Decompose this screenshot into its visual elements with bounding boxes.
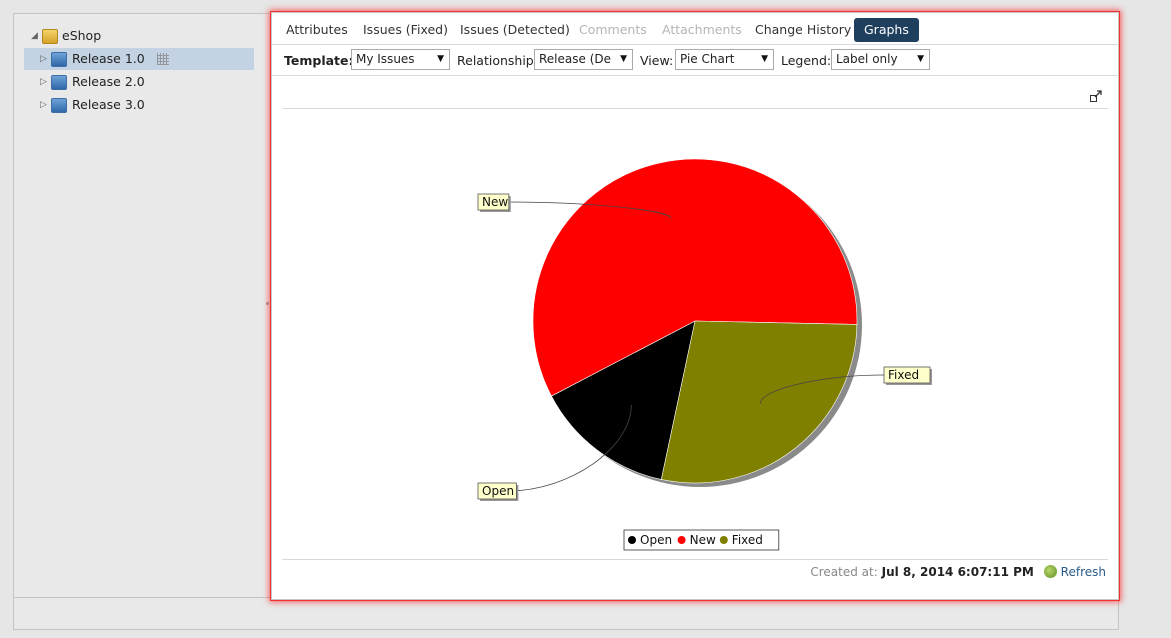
relationship-value: Release (De bbox=[539, 52, 612, 66]
template-label: Template: bbox=[284, 53, 354, 68]
tab-graphs[interactable]: Graphs bbox=[854, 18, 919, 42]
expand-arrow-icon[interactable]: ▷ bbox=[40, 94, 47, 116]
view-select[interactable]: Pie Chart ▼ bbox=[675, 49, 774, 70]
tab-change-history[interactable]: Change History bbox=[755, 18, 851, 42]
footer-divider bbox=[282, 559, 1108, 560]
tab-comments: Comments bbox=[579, 22, 647, 37]
relationship-label: Relationship: bbox=[457, 53, 538, 68]
svg-text:Open: Open bbox=[482, 484, 514, 498]
refresh-icon[interactable] bbox=[1043, 565, 1057, 578]
template-select[interactable]: My Issues ▼ bbox=[351, 49, 450, 70]
legend-marker-open bbox=[628, 536, 636, 544]
project-icon bbox=[42, 29, 58, 44]
view-label: View: bbox=[640, 53, 674, 68]
created-at-value: Jul 8, 2014 6:07:11 PM bbox=[881, 565, 1034, 579]
view-value: Pie Chart bbox=[680, 52, 735, 66]
svg-text:Fixed: Fixed bbox=[888, 368, 919, 382]
tree-root-label: eShop bbox=[62, 28, 102, 43]
splitter-handle[interactable] bbox=[266, 302, 269, 305]
legend-marker-fixed bbox=[719, 536, 728, 544]
bottom-status-bar bbox=[13, 597, 1119, 630]
release-icon bbox=[51, 75, 67, 90]
grid-icon[interactable] bbox=[157, 53, 169, 65]
tab-attributes[interactable]: Attributes bbox=[286, 18, 348, 42]
tree-pane: ◢ eShop ▷ Release 1.0 ▷ Release 2.0 ▷ Re… bbox=[13, 13, 269, 599]
relationship-select[interactable]: Release (De ▼ bbox=[534, 49, 633, 70]
tab-issues-fixed[interactable]: Issues (Fixed) bbox=[363, 18, 448, 42]
expand-arrow-icon[interactable]: ▷ bbox=[40, 48, 47, 70]
legend-select[interactable]: Label only ▼ bbox=[831, 49, 930, 70]
tree-item-label: Release 1.0 bbox=[72, 51, 145, 66]
refresh-link[interactable]: Refresh bbox=[1061, 565, 1106, 579]
slice-label-fixed: Fixed bbox=[883, 366, 932, 385]
tree-item-label: Release 2.0 bbox=[72, 74, 145, 89]
tab-attachments: Attachments bbox=[662, 22, 742, 37]
legend-label-open: Open bbox=[640, 533, 672, 547]
slice-label-new: New bbox=[477, 193, 511, 212]
expand-icon[interactable] bbox=[1090, 90, 1102, 102]
legend-value: Label only bbox=[836, 52, 898, 66]
legend-label-new: New bbox=[690, 533, 716, 547]
tree-root-eshop[interactable]: ◢ eShop bbox=[24, 25, 254, 47]
legend-label-fixed: Fixed bbox=[732, 533, 763, 547]
tab-bar: Attributes Issues (Fixed) Issues (Detect… bbox=[272, 13, 1118, 45]
slice-label-open: Open bbox=[477, 482, 519, 501]
collapse-arrow-icon[interactable]: ◢ bbox=[31, 25, 38, 47]
pie-slice-fixed[interactable] bbox=[660, 320, 858, 484]
chart-footer: Created at: Jul 8, 2014 6:07:11 PM Refre… bbox=[272, 565, 1106, 583]
release-icon bbox=[51, 98, 67, 113]
expand-arrow-icon[interactable]: ▷ bbox=[40, 71, 47, 93]
release-icon bbox=[51, 52, 67, 67]
svg-text:New: New bbox=[482, 195, 508, 209]
graph-toolbar: Template: My Issues ▼ Relationship: Rele… bbox=[272, 45, 1118, 76]
template-value: My Issues bbox=[356, 52, 415, 66]
tree-item-release-1[interactable]: ▷ Release 1.0 bbox=[24, 48, 254, 70]
legend-marker-new bbox=[677, 536, 686, 544]
tree-item-release-3[interactable]: ▷ Release 3.0 bbox=[24, 94, 254, 116]
tree-item-release-2[interactable]: ▷ Release 2.0 bbox=[24, 71, 254, 93]
tab-issues-detected[interactable]: Issues (Detected) bbox=[460, 18, 570, 42]
dropdown-caret-icon: ▼ bbox=[437, 54, 444, 64]
created-at-label: Created at: bbox=[810, 565, 878, 579]
legend-label: Legend: bbox=[781, 53, 832, 68]
dropdown-caret-icon: ▼ bbox=[761, 54, 768, 64]
pie-chart: Open New Fixed Open New Fixed bbox=[477, 158, 932, 551]
dropdown-caret-icon: ▼ bbox=[917, 54, 924, 64]
tree-item-label: Release 3.0 bbox=[72, 97, 145, 112]
details-panel: Attributes Issues (Fixed) Issues (Detect… bbox=[271, 12, 1119, 600]
dropdown-caret-icon: ▼ bbox=[620, 54, 627, 64]
